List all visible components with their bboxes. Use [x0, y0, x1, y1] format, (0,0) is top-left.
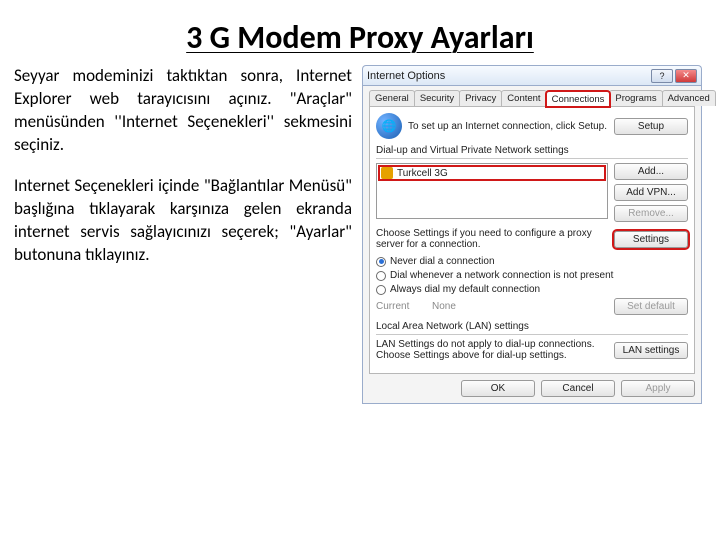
tab-content[interactable]: Content [501, 90, 546, 106]
tab-privacy[interactable]: Privacy [459, 90, 502, 106]
tab-strip: General Security Privacy Content Connect… [369, 90, 695, 107]
radio-icon [376, 285, 386, 295]
lan-settings-button[interactable]: LAN settings [614, 342, 688, 359]
settings-button[interactable]: Settings [614, 231, 688, 248]
close-button[interactable]: ✕ [675, 69, 697, 83]
tab-general[interactable]: General [369, 90, 415, 106]
dialog-titlebar: Internet Options ? ✕ [362, 65, 702, 85]
instructions-column: Seyyar modeminizi taktıktan sonra, Inter… [14, 65, 352, 404]
apply-button[interactable]: Apply [621, 380, 695, 397]
tab-advanced[interactable]: Advanced [662, 90, 716, 106]
radio-icon [376, 257, 386, 267]
radio-never-dial[interactable]: Never dial a connection [376, 256, 688, 267]
paragraph-2: Internet Seçenekleri içinde "Bağlantılar… [14, 175, 352, 267]
cancel-button[interactable]: Cancel [541, 380, 615, 397]
page-title: 3 G Modem Proxy Ayarları [0, 0, 720, 65]
ok-button[interactable]: OK [461, 380, 535, 397]
add-vpn-button[interactable]: Add VPN... [614, 184, 688, 201]
connection-label: Turkcell 3G [397, 168, 448, 179]
setup-button[interactable]: Setup [614, 118, 688, 135]
radio-dial-whenever[interactable]: Dial whenever a network connection is no… [376, 270, 688, 281]
set-default-button[interactable]: Set default [614, 298, 688, 315]
paragraph-1: Seyyar modeminizi taktıktan sonra, Inter… [14, 65, 352, 157]
remove-button[interactable]: Remove... [614, 205, 688, 222]
connections-list[interactable]: Turkcell 3G [376, 163, 608, 219]
tab-programs[interactable]: Programs [609, 90, 662, 106]
choose-settings-text: Choose Settings if you need to configure… [376, 228, 608, 250]
current-label: Current [376, 301, 426, 312]
radio-always-label: Always dial my default connection [390, 284, 540, 295]
radio-never-label: Never dial a connection [390, 256, 495, 267]
radio-always-dial[interactable]: Always dial my default connection [376, 284, 688, 295]
connection-icon [381, 167, 393, 179]
radio-whenever-label: Dial whenever a network connection is no… [390, 270, 613, 281]
help-button[interactable]: ? [651, 69, 673, 83]
group-lan-title: Local Area Network (LAN) settings [376, 321, 688, 332]
tab-security[interactable]: Security [414, 90, 460, 106]
tab-connections[interactable]: Connections [546, 91, 611, 107]
globe-icon: 🌐 [376, 113, 402, 139]
setup-text: To set up an Internet connection, click … [408, 121, 608, 132]
current-value: None [432, 301, 608, 312]
connection-turkcell-3g[interactable]: Turkcell 3G [379, 166, 605, 180]
add-button[interactable]: Add... [614, 163, 688, 180]
internet-options-dialog: Internet Options ? ✕ General Security Pr… [362, 65, 702, 404]
group-dialup-title: Dial-up and Virtual Private Network sett… [376, 145, 688, 156]
radio-icon [376, 271, 386, 281]
dialog-title: Internet Options [367, 70, 649, 82]
lan-text: LAN Settings do not apply to dial-up con… [376, 339, 608, 361]
